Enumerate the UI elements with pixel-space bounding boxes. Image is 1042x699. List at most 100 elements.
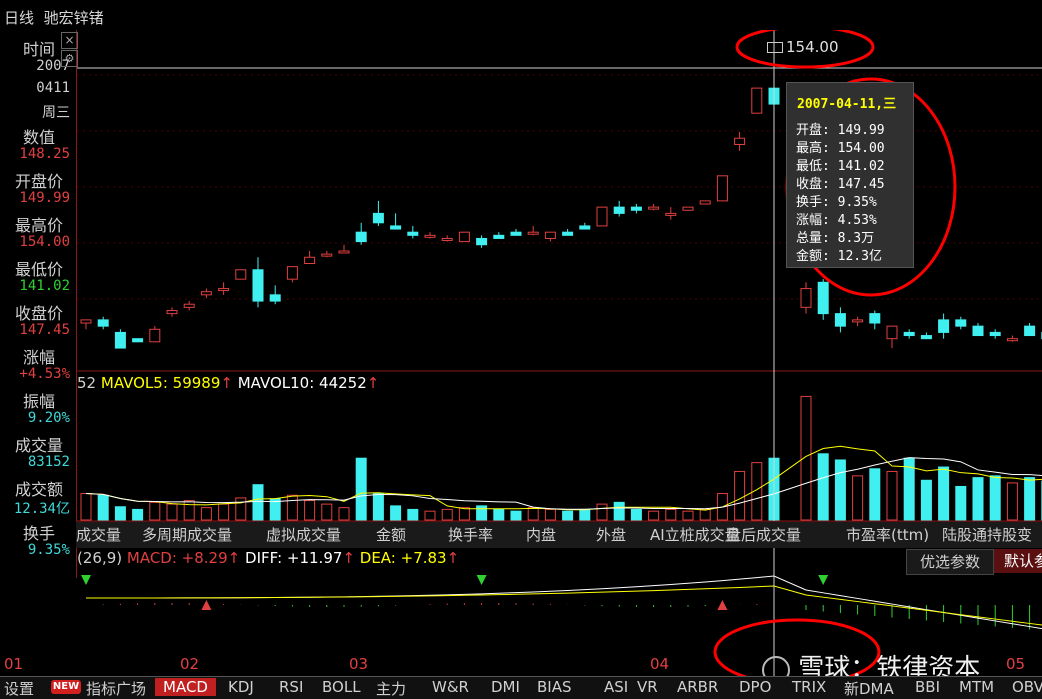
bottom-tab[interactable]: DMI	[491, 678, 520, 696]
volume-bar	[835, 460, 845, 520]
sidebar-value: 83152	[0, 454, 70, 470]
volume-bar	[666, 509, 676, 520]
candle-body	[511, 232, 521, 235]
indicator-tab[interactable]: 市盈率(ttm)	[846, 524, 929, 546]
gear-icon[interactable]: ⚙	[61, 50, 78, 67]
volume-bar	[391, 506, 401, 520]
bottom-tab[interactable]: VR	[637, 678, 658, 696]
bottom-tab[interactable]: OBV	[1012, 678, 1042, 696]
candle-body	[801, 289, 811, 308]
sidebar-label: 开盘价	[0, 168, 78, 192]
candle-body	[835, 314, 845, 327]
bottom-tab[interactable]: 主力	[376, 678, 406, 699]
volume-bar	[973, 478, 983, 520]
volume-bar	[870, 469, 880, 520]
candle-body	[818, 282, 828, 313]
bottom-tab[interactable]: W&R	[432, 678, 469, 696]
stock-name: 驰宏锌锗	[44, 9, 104, 27]
volume-bar	[801, 396, 811, 520]
sidebar-label: 最低价	[0, 256, 78, 280]
period-label[interactable]: 日线	[4, 9, 34, 27]
sidebar-label: 换手	[0, 520, 78, 544]
bottom-tab[interactable]: RSI	[279, 678, 303, 696]
volume-bar	[442, 509, 452, 520]
volume-bar	[253, 485, 263, 520]
tooltip-row: 涨幅: 4.53%	[796, 209, 877, 228]
candle-body	[904, 332, 914, 335]
volume-bar	[305, 501, 315, 520]
candle-body	[339, 251, 349, 253]
bottom-tab[interactable]: MACD	[155, 678, 216, 696]
candle-body	[184, 304, 194, 307]
candle-body	[939, 320, 949, 333]
volume-bar	[150, 502, 160, 520]
indicator-tab[interactable]: 成交量	[76, 524, 121, 546]
bottom-tab[interactable]: KDJ	[228, 678, 254, 696]
candle-body	[150, 329, 160, 342]
bottom-tab[interactable]: ASI	[604, 678, 628, 696]
diff-value: DIFF: +11.97	[245, 549, 342, 567]
candle-body	[563, 232, 573, 235]
indicator-tab[interactable]: 内盘	[526, 524, 556, 546]
macd-params: (26,9)	[77, 549, 122, 567]
sidebar-value: 148.25	[0, 146, 70, 162]
volume-bar	[287, 495, 297, 520]
candle-body	[425, 235, 435, 237]
x-axis-label: 01	[4, 655, 23, 673]
volume-bar	[700, 509, 710, 520]
volume-bar	[580, 509, 590, 520]
volume-layer	[77, 396, 1042, 521]
volume-bar	[322, 504, 332, 520]
bottom-tab[interactable]: 设置	[4, 678, 34, 699]
candle-body	[528, 232, 538, 234]
volume-bar	[339, 508, 349, 520]
indicator-tab[interactable]: 换手率	[448, 524, 493, 546]
sidebar-label: 成交额	[0, 476, 78, 500]
sidebar-value: 周三	[0, 102, 70, 122]
bottom-tab[interactable]: BOLL	[322, 678, 361, 696]
volume-bar	[597, 504, 607, 520]
candle-body	[700, 201, 710, 204]
bottom-tab[interactable]: MTM	[959, 678, 994, 696]
volume-bar	[459, 508, 469, 520]
bottom-tab[interactable]: TRIX	[792, 678, 826, 696]
indicator-tab[interactable]: 外盘	[596, 524, 626, 546]
bottom-tab[interactable]: 新DMA	[844, 678, 894, 699]
sidebar-label: 振幅	[0, 388, 78, 412]
bottom-tab[interactable]: BIAS	[537, 678, 572, 696]
volume-bar	[683, 511, 693, 520]
sidebar-label: 最高价	[0, 212, 78, 236]
indicator-tab[interactable]: 陆股通持股变	[942, 524, 1032, 546]
mavol5-line	[86, 446, 1042, 510]
preferred-params-button[interactable]: 优选参数	[906, 549, 994, 575]
candle-body	[494, 235, 504, 238]
close-icon[interactable]: ×	[61, 32, 78, 49]
bottom-tab[interactable]: ARBR	[677, 678, 718, 696]
default-params-button[interactable]: 默认参	[994, 549, 1042, 573]
sidebar-label: 收盘价	[0, 300, 78, 324]
volume-bar	[939, 467, 949, 520]
info-sidebar: 时间20070411周三数值148.25开盘价149.99最高价154.00最低…	[0, 30, 77, 578]
sidebar-value: 9.20%	[0, 410, 70, 426]
candle-body	[887, 326, 897, 339]
candle-body	[219, 289, 229, 291]
volume-bar	[356, 458, 366, 520]
volume-bar	[735, 471, 745, 520]
sidebar-value: 149.99	[0, 190, 70, 206]
tooltip-row: 收盘: 147.45	[796, 173, 885, 192]
candle-body	[666, 213, 676, 215]
sidebar-label: 数值	[0, 124, 78, 148]
candle-body	[649, 207, 659, 209]
indicator-tab[interactable]: 虚拟成交量	[266, 524, 341, 546]
volume-bar	[614, 502, 624, 520]
sell-signal-arrow-icon	[81, 575, 91, 585]
dea-value: DEA: +7.83	[360, 549, 447, 567]
indicator-tab[interactable]: 盘后成交量	[726, 524, 801, 546]
bottom-tab[interactable]: BBI	[915, 678, 940, 696]
volume-bar	[425, 511, 435, 520]
indicator-tab[interactable]: 多周期成交量	[142, 524, 232, 546]
bottom-tab[interactable]: DPO	[739, 678, 771, 696]
volume-bar	[167, 504, 177, 520]
indicator-tab[interactable]: 金额	[376, 524, 406, 546]
bottom-tab[interactable]: 指标广场	[86, 678, 146, 699]
